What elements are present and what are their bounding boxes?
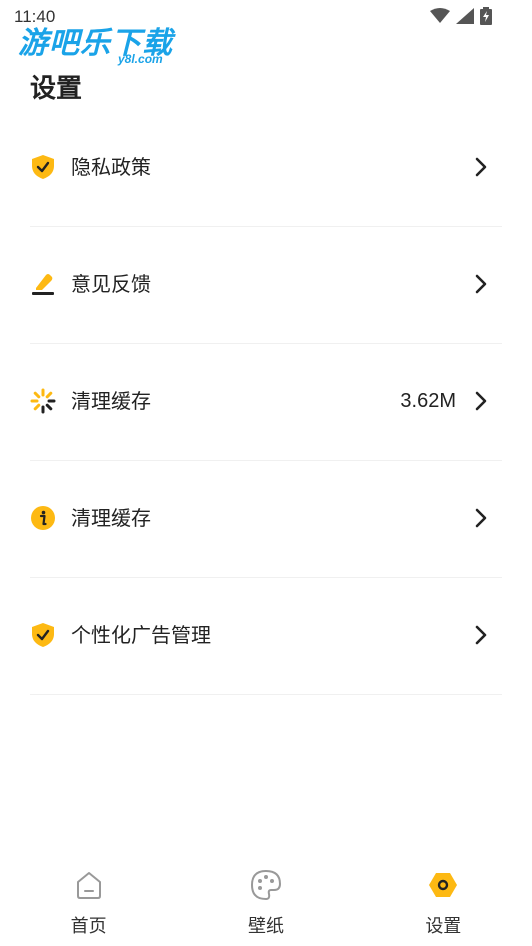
watermark-logo: 游吧乐下载 y8l.com [18, 18, 173, 66]
menu-item-label: 清理缓存 [71, 506, 151, 530]
chevron-right-icon [475, 274, 487, 294]
watermark-subtitle: y8l.com [118, 52, 163, 66]
battery-icon [480, 7, 492, 25]
menu-item-label: 意见反馈 [71, 272, 151, 296]
chevron-right-icon [475, 508, 487, 528]
menu-item-clear-cache-info[interactable]: 清理缓存 [0, 461, 532, 578]
status-icons [430, 7, 492, 25]
menu-item-privacy-policy[interactable]: 隐私政策 [0, 110, 532, 227]
info-icon [31, 506, 55, 530]
home-icon [76, 872, 101, 899]
chevron-right-icon [475, 625, 487, 645]
tab-label: 首页 [70, 916, 107, 937]
menu-item-label: 隐私政策 [71, 155, 151, 179]
loading-spinner-icon [30, 388, 56, 414]
chevron-right-icon [475, 157, 487, 177]
bottom-tab-bar: 首页 壁纸 设置 [0, 846, 532, 946]
page-title: 设置 [30, 74, 83, 104]
menu-item-ad-management[interactable]: 个性化广告管理 [0, 578, 532, 695]
tab-label: 壁纸 [247, 916, 284, 937]
shield-check-icon [32, 155, 54, 179]
tab-label: 设置 [425, 916, 462, 937]
menu-item-label: 个性化广告管理 [71, 623, 211, 647]
settings-menu: 隐私政策 意见反馈 清理缓存 3.62M 清理缓存 个性化广告管理 [0, 110, 532, 695]
menu-item-clear-cache[interactable]: 清理缓存 3.62M [0, 344, 532, 461]
signal-icon [456, 8, 474, 24]
palette-icon [250, 870, 281, 900]
menu-item-feedback[interactable]: 意见反馈 [0, 227, 532, 344]
pencil-feedback-icon [32, 274, 54, 295]
cache-size-value: 3.62M [400, 390, 456, 412]
chevron-right-icon [475, 391, 487, 411]
divider [30, 694, 502, 695]
tab-home[interactable]: 首页 [0, 846, 177, 946]
tab-wallpaper[interactable]: 壁纸 [177, 846, 354, 946]
settings-icon [429, 873, 458, 897]
tab-settings[interactable]: 设置 [355, 846, 532, 946]
shield-check-icon [32, 623, 54, 647]
menu-item-label: 清理缓存 [71, 389, 151, 413]
wifi-icon [430, 8, 450, 23]
